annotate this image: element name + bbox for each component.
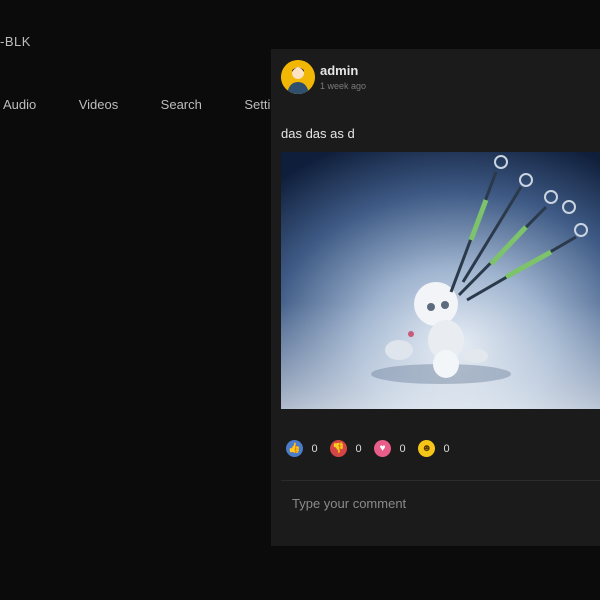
reaction-count: 0 [443, 442, 450, 455]
post-text: das das as d [281, 126, 355, 141]
avatar[interactable] [281, 60, 315, 94]
nav-item-videos[interactable]: Videos [79, 97, 119, 112]
nav-item-audio[interactable]: Audio [3, 97, 36, 112]
divider [281, 480, 600, 481]
heart-icon: ♥ [374, 440, 392, 458]
comment-input[interactable] [281, 488, 600, 518]
post-modal: admin 1 week ago das das as d 👍 0 👎 0 ♥ … [271, 49, 600, 546]
nav-item-search[interactable]: Search [161, 97, 202, 112]
reaction-count: 0 [355, 442, 362, 455]
user-avatar-icon [281, 60, 315, 94]
reaction-count: 0 [311, 442, 318, 455]
thumbs-down-icon: 👎 [330, 440, 348, 458]
syringe-figure-illustration [281, 152, 600, 409]
post-time: 1 week ago [320, 81, 367, 91]
thumbs-up-icon: 👍 [286, 440, 303, 458]
nav-item-settings[interactable]: Settings [244, 97, 271, 112]
site-brand[interactable]: -BLK [0, 34, 31, 49]
reactions-bar: 👍 0 👎 0 ♥ 0 ☻ 0 [286, 440, 458, 462]
laughing-face-icon: ☻ [418, 440, 436, 458]
reaction-count: 0 [399, 442, 406, 455]
reaction-dislike[interactable]: 👎 0 [330, 440, 362, 458]
reaction-haha[interactable]: ☻ 0 [418, 440, 450, 458]
top-nav: Audio Videos Search Settings [3, 96, 271, 116]
post-image[interactable] [281, 152, 600, 409]
page: -BLK Audio Videos Search Settings admin … [0, 0, 600, 600]
reaction-like[interactable]: 👍 0 [286, 440, 318, 458]
post-author[interactable]: admin [320, 63, 358, 78]
reaction-love[interactable]: ♥ 0 [374, 440, 406, 458]
post-header: admin 1 week ago [281, 60, 591, 96]
